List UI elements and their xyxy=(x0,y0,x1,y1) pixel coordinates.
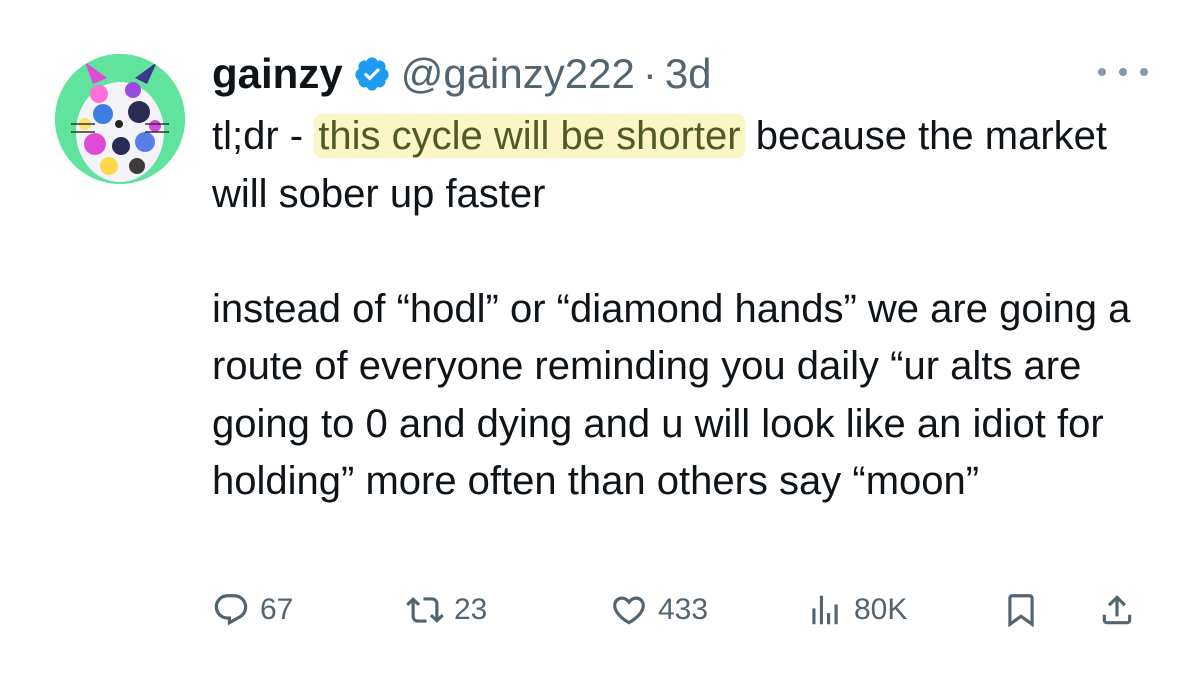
author-name[interactable]: gainzy xyxy=(212,50,343,98)
tweet-timestamp[interactable]: 3d xyxy=(665,50,712,98)
cat-avatar-icon xyxy=(55,54,185,184)
reply-count: 67 xyxy=(260,593,294,626)
reply-icon xyxy=(214,594,248,626)
views-button[interactable]: 80K xyxy=(806,588,907,632)
avatar[interactable] xyxy=(55,54,185,184)
repost-icon xyxy=(406,597,444,623)
more-options-icon[interactable] xyxy=(1098,60,1148,84)
separator-dot: · xyxy=(642,50,657,97)
views-count: 80K xyxy=(854,593,908,626)
bookmark-button[interactable] xyxy=(1002,588,1040,632)
tweet-card: gainzy @gainzy222 · 3d tl;dr - this cycl… xyxy=(0,0,1200,686)
repost-button[interactable]: 23 xyxy=(406,588,487,632)
share-icon xyxy=(1102,595,1132,625)
tweet-header: gainzy @gainzy222 · 3d xyxy=(212,50,712,98)
author-handle[interactable]: @gainzy222 xyxy=(401,50,635,98)
reply-button[interactable]: 67 xyxy=(212,588,293,632)
verified-badge-icon xyxy=(355,57,389,91)
tweet-text-prefix: tl;dr - xyxy=(212,114,315,158)
like-count: 433 xyxy=(658,593,709,626)
action-bar: 67 23 433 80K xyxy=(212,588,1140,632)
like-button[interactable]: 433 xyxy=(610,588,708,632)
bookmark-icon xyxy=(1008,594,1034,628)
repost-count: 23 xyxy=(454,593,488,626)
highlighted-text: this cycle will be shorter xyxy=(314,114,745,158)
share-button[interactable] xyxy=(1098,588,1136,632)
tweet-text: tl;dr - this cycle will be shorter becau… xyxy=(212,108,1172,511)
heart-icon xyxy=(613,596,645,625)
views-icon xyxy=(812,595,838,625)
tweet-paragraph-2: instead of “hodl” or “diamond hands” we … xyxy=(212,286,1142,504)
